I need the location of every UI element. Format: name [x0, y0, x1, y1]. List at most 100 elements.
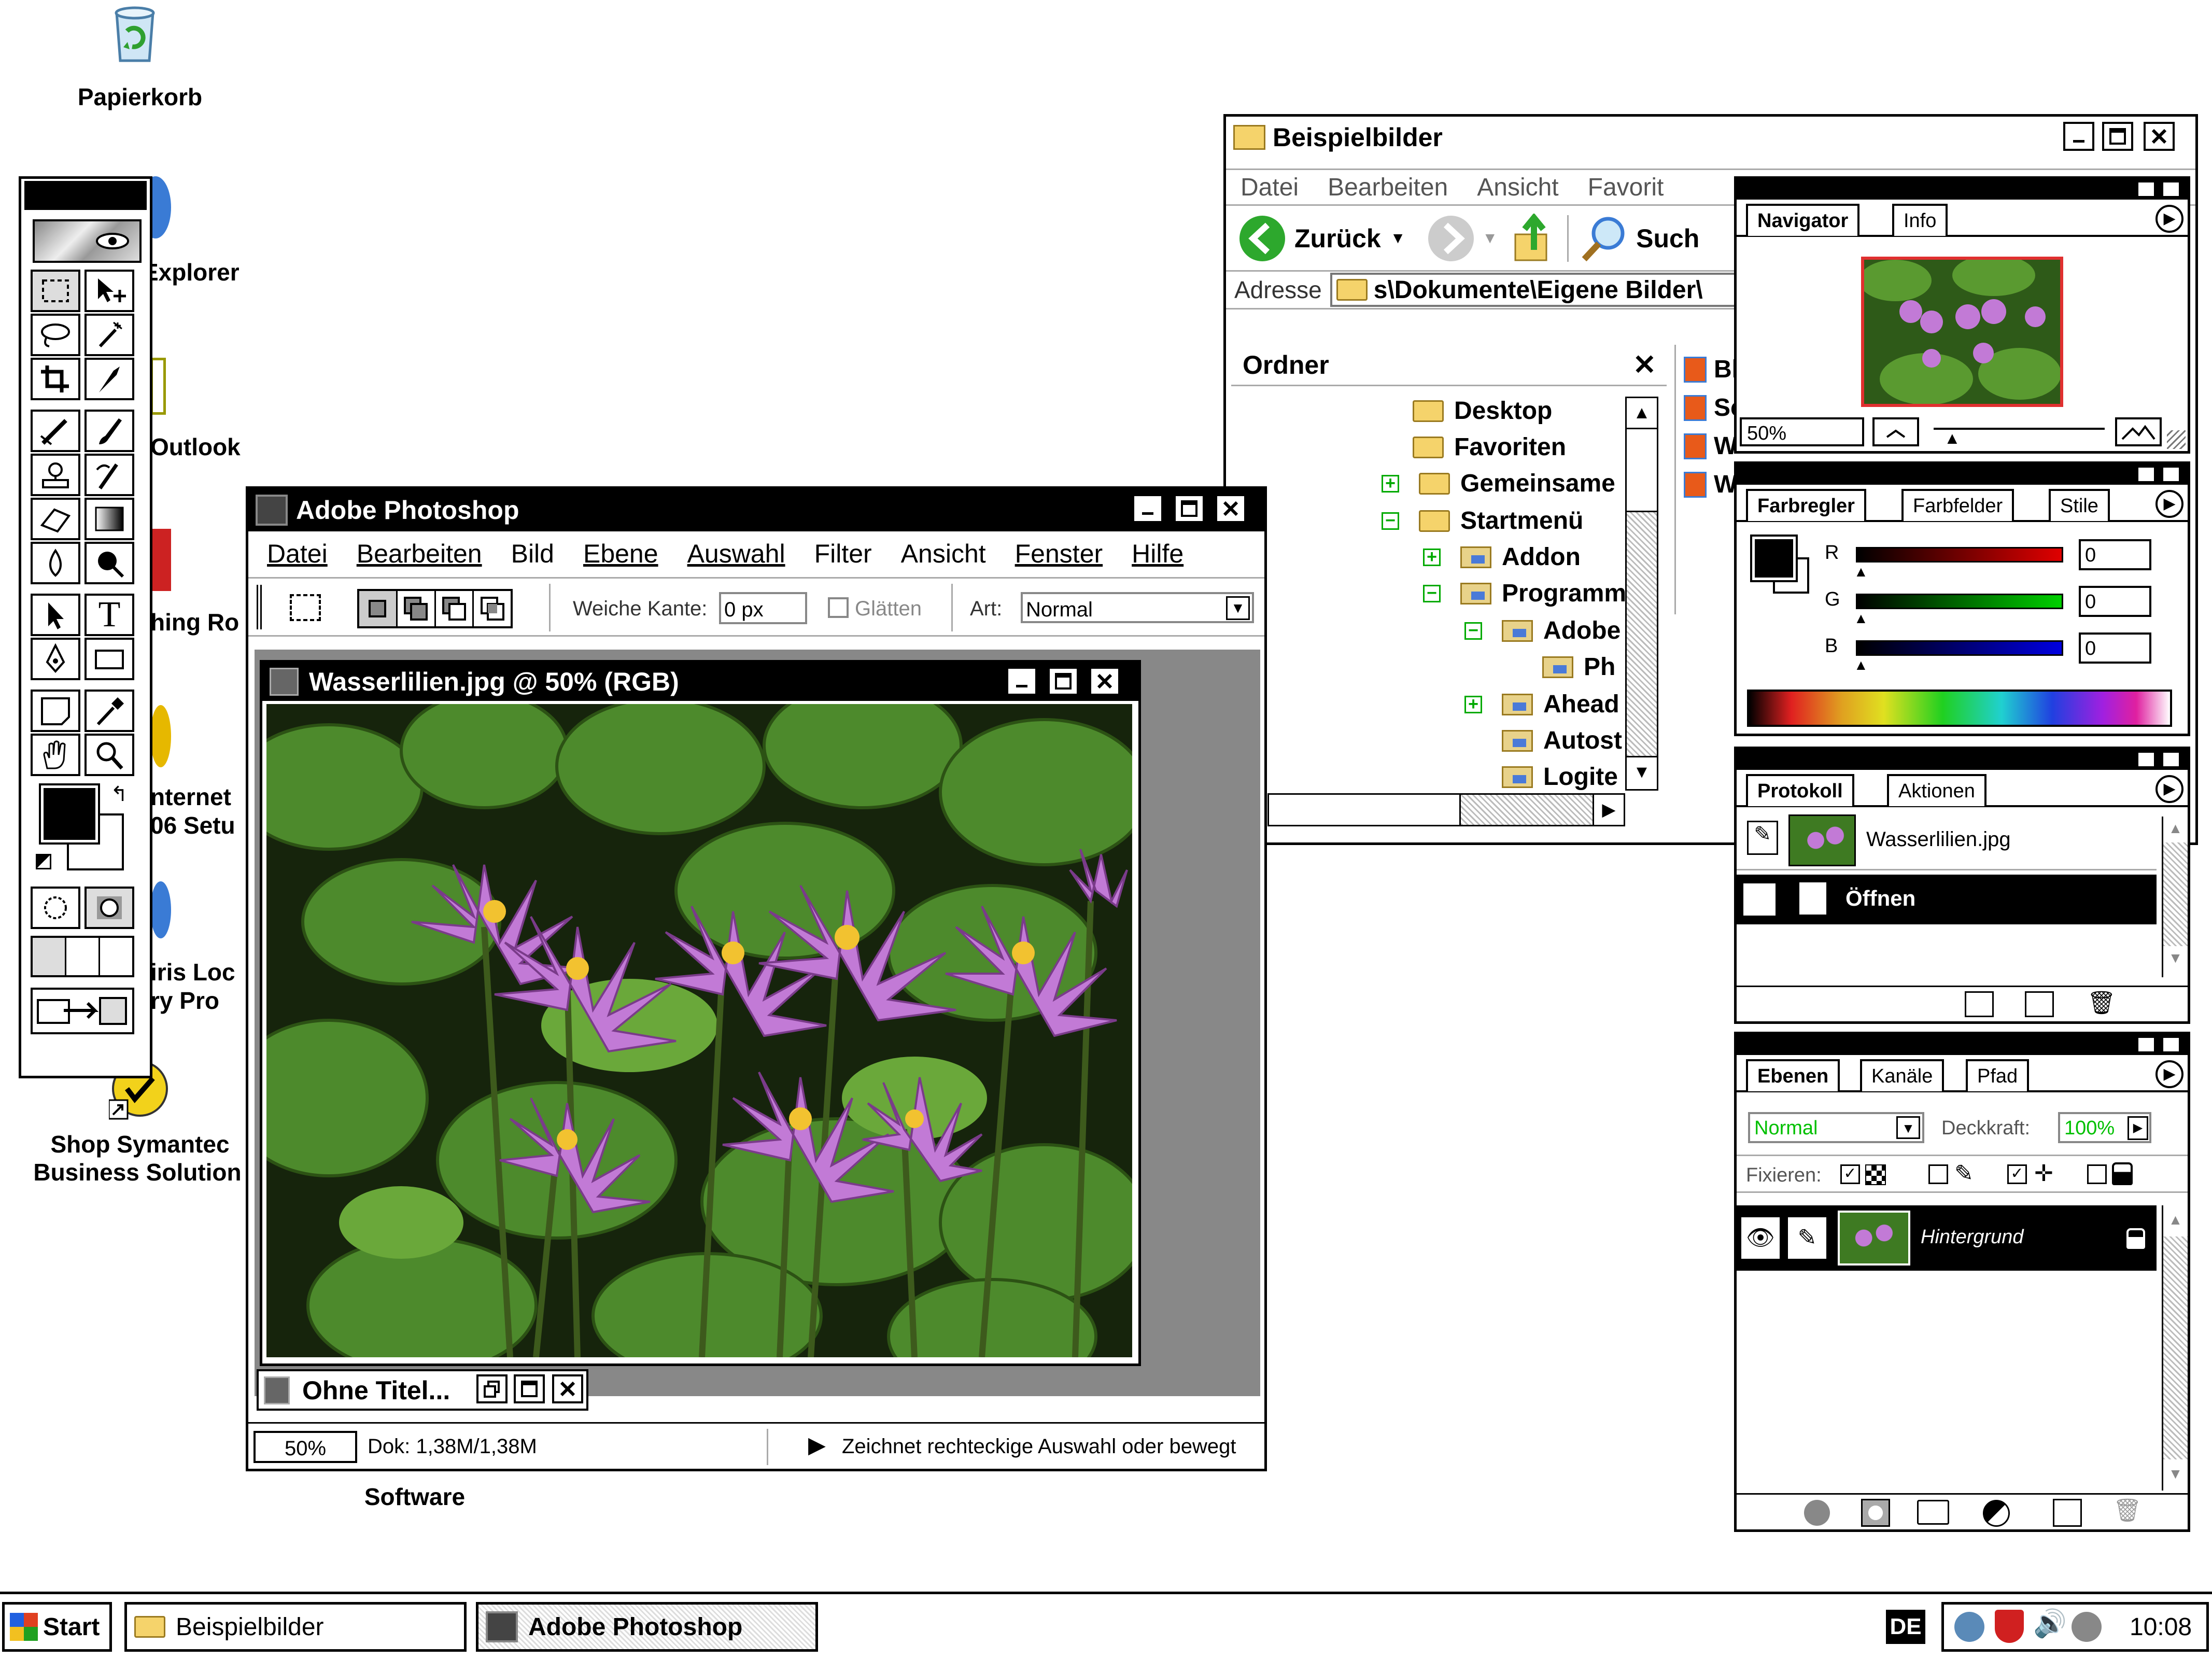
- magic-wand-tool[interactable]: [84, 314, 134, 356]
- lock-position-checkbox[interactable]: ✓: [2007, 1164, 2027, 1184]
- menu-ansicht[interactable]: Ansicht: [901, 539, 986, 569]
- rectangle-tool[interactable]: [84, 638, 134, 680]
- feather-input[interactable]: 0 px: [719, 592, 807, 624]
- tree-item-addon[interactable]: + Addon: [1423, 543, 1581, 571]
- style-select[interactable]: Normal ▼: [1021, 592, 1254, 623]
- panel-menu-icon[interactable]: ▶: [2155, 490, 2183, 518]
- panel-menu-icon[interactable]: ▶: [2155, 205, 2183, 233]
- scroll-track[interactable]: [1627, 512, 1657, 756]
- eyedropper-tool[interactable]: [84, 690, 134, 732]
- new-layer-set-icon[interactable]: [1917, 1500, 1949, 1525]
- resize-grip[interactable]: [2167, 430, 2186, 449]
- new-document-from-state-icon[interactable]: [1965, 991, 1994, 1017]
- panel-titlebar[interactable]: [1737, 179, 2188, 200]
- hand-tool[interactable]: [31, 734, 80, 776]
- recycle-bin-icon[interactable]: [104, 3, 166, 65]
- panel-minimize-button[interactable]: [2137, 751, 2155, 768]
- scroll-thumb[interactable]: [1627, 429, 1657, 512]
- tree-item-favoriten[interactable]: Favoriten: [1413, 433, 1566, 461]
- pen-tool[interactable]: [31, 638, 80, 680]
- lock-transparency-checkbox[interactable]: ✓: [1840, 1164, 1860, 1184]
- history-brush-tool[interactable]: [84, 454, 134, 496]
- tab-aktionen[interactable]: Aktionen: [1887, 774, 1986, 806]
- type-tool[interactable]: T: [84, 594, 134, 636]
- expand-icon[interactable]: +: [1423, 548, 1441, 566]
- new-snapshot-icon[interactable]: [2025, 991, 2054, 1017]
- iris-label-1[interactable]: iris Loc: [150, 958, 254, 986]
- trash-icon[interactable]: 🗑: [2113, 1497, 2142, 1524]
- panel-minimize-button[interactable]: [2137, 1036, 2155, 1053]
- eraser-tool[interactable]: [31, 498, 80, 540]
- document-titlebar[interactable]: Wasserlilien.jpg @ 50% (RGB): [262, 663, 1138, 701]
- blur-tool[interactable]: [31, 542, 80, 584]
- toolbox-titlebar[interactable]: [24, 181, 147, 210]
- navigator-preview[interactable]: [1859, 255, 2063, 407]
- tree-item-logitech[interactable]: Logite: [1502, 763, 1618, 791]
- panel-titlebar[interactable]: [1737, 749, 2188, 770]
- outlook-label[interactable]: Outlook: [150, 433, 254, 461]
- tab-farbfelder[interactable]: Farbfelder: [1901, 489, 2014, 521]
- adobe-online-button[interactable]: [33, 219, 142, 263]
- back-dropdown-arrow[interactable]: ▼: [1390, 230, 1406, 247]
- channel-r-thumb[interactable]: ▲: [1854, 564, 1868, 580]
- color-spectrum-bar[interactable]: [1747, 690, 2172, 727]
- layer-row-hintergrund[interactable]: 👁 ✎ Hintergrund: [1737, 1205, 2157, 1271]
- new-layer-icon[interactable]: [2053, 1499, 2082, 1527]
- panel-titlebar[interactable]: [1737, 464, 2188, 485]
- scroll-track[interactable]: [2163, 842, 2188, 946]
- channel-b-input[interactable]: 0: [2079, 632, 2151, 664]
- hscroll-track[interactable]: [1461, 795, 1593, 825]
- software-label[interactable]: Software: [337, 1483, 492, 1511]
- tab-info[interactable]: Info: [1892, 204, 1948, 236]
- tab-ebenen[interactable]: Ebenen: [1746, 1059, 1840, 1091]
- blend-mode-select[interactable]: Normal ▼: [1748, 1112, 1924, 1143]
- collapse-icon[interactable]: −: [1382, 512, 1399, 530]
- add-selection-button[interactable]: [398, 591, 436, 626]
- quickmask-mode-button[interactable]: [84, 887, 134, 929]
- scroll-right-arrow-icon[interactable]: ▶: [1593, 795, 1624, 825]
- channel-b-slider[interactable]: [1856, 640, 2063, 656]
- forward-arrow-icon[interactable]: [1426, 214, 1476, 263]
- layers-scrollbar[interactable]: ▲ ▼: [2162, 1205, 2188, 1491]
- internet-setup-label-2[interactable]: 06 Setu: [150, 811, 254, 839]
- maximize-button[interactable]: [1048, 667, 1079, 696]
- zoom-out-button[interactable]: [1872, 417, 1919, 446]
- panel-minimize-button[interactable]: [2137, 466, 2155, 483]
- file-item[interactable]: W: [1684, 432, 1737, 460]
- photoshop-titlebar[interactable]: Adobe Photoshop: [248, 489, 1264, 531]
- menu-datei[interactable]: Datei: [1241, 173, 1299, 202]
- expand-icon[interactable]: +: [1382, 474, 1399, 493]
- trash-icon[interactable]: 🗑: [2087, 989, 2116, 1016]
- status-arrow-icon[interactable]: ▶: [808, 1432, 826, 1458]
- menu-ebene[interactable]: Ebene: [583, 539, 658, 569]
- jump-to-imageready-button[interactable]: [31, 988, 134, 1034]
- marquee-tool[interactable]: [31, 270, 80, 312]
- panel-minimize-button[interactable]: [2137, 181, 2155, 198]
- panel-close-button[interactable]: [2162, 751, 2180, 768]
- lasso-tool[interactable]: [31, 314, 80, 356]
- intersect-selection-button[interactable]: [474, 591, 511, 626]
- clone-stamp-tool[interactable]: [31, 454, 80, 496]
- maximize-button[interactable]: [1174, 494, 1205, 523]
- dodge-tool[interactable]: [84, 542, 134, 584]
- collapse-icon[interactable]: −: [1423, 584, 1441, 602]
- tree-item-startmenue[interactable]: − Startmenü: [1382, 507, 1583, 535]
- layer-visibility-eye-icon[interactable]: 👁: [1740, 1216, 1781, 1260]
- scroll-track[interactable]: [2163, 1236, 2188, 1459]
- channel-g-input[interactable]: 0: [2079, 586, 2151, 617]
- tree-item-gemeinsame[interactable]: + Gemeinsame: [1382, 469, 1615, 498]
- symantec-label-1[interactable]: Shop Symantec: [21, 1130, 259, 1158]
- chevron-down-icon[interactable]: ▼: [1226, 596, 1250, 620]
- tree-horizontal-scrollbar[interactable]: ▶: [1267, 793, 1625, 826]
- folders-close-icon[interactable]: ✕: [1633, 348, 1656, 381]
- close-button[interactable]: [2144, 122, 2175, 151]
- tree-item-programme[interactable]: − Programm: [1423, 579, 1625, 608]
- expand-icon[interactable]: +: [1464, 695, 1482, 713]
- gradient-tool[interactable]: [84, 498, 134, 540]
- menu-hilfe[interactable]: Hilfe: [1132, 539, 1184, 569]
- publishing-label[interactable]: hing Ro: [150, 608, 254, 636]
- zoom-in-button[interactable]: [2115, 417, 2162, 446]
- back-button[interactable]: Zurück ▼: [1237, 214, 1405, 263]
- forward-dropdown-arrow[interactable]: ▼: [1482, 230, 1498, 247]
- folder-up-icon[interactable]: [1513, 214, 1555, 263]
